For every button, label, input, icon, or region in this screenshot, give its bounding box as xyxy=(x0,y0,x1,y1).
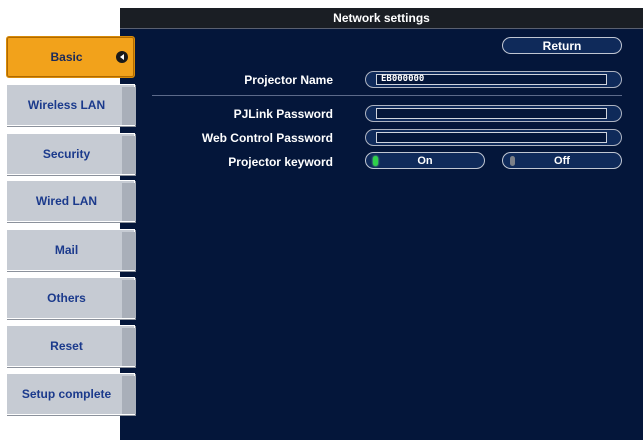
sidebar-item-label: Reset xyxy=(50,339,83,353)
projector-name-value[interactable]: EB000000 xyxy=(376,74,607,85)
pjlink-password-field[interactable] xyxy=(365,105,622,122)
sidebar-item-reset[interactable]: Reset xyxy=(6,325,136,367)
tab-edge xyxy=(122,183,136,221)
tab-edge xyxy=(122,328,136,366)
web-control-password-label: Web Control Password xyxy=(201,131,333,145)
pjlink-password-value[interactable] xyxy=(376,108,607,119)
web-control-password-value[interactable] xyxy=(376,132,607,143)
sidebar-item-label: Mail xyxy=(54,243,79,257)
sidebar-item-label: Basic xyxy=(50,50,83,64)
keyword-on-label: On xyxy=(417,154,433,167)
projector-keyword-label: Projector keyword xyxy=(228,155,333,169)
sidebar-item-basic[interactable]: Basic xyxy=(6,36,135,78)
window-title: Network settings xyxy=(120,8,643,29)
tab-edge xyxy=(122,232,136,270)
keyword-on-option[interactable]: On xyxy=(365,152,485,169)
return-button[interactable]: Return xyxy=(502,37,622,54)
keyword-off-label: Off xyxy=(554,154,570,167)
projector-name-label: Projector Name xyxy=(244,73,333,87)
sidebar-item-label: Security xyxy=(42,147,91,161)
projector-name-field[interactable]: EB000000 xyxy=(365,71,622,88)
pjlink-password-label: PJLink Password xyxy=(233,107,333,121)
tab-edge xyxy=(122,136,136,174)
indicator-on-icon xyxy=(373,156,378,166)
tab-edge xyxy=(122,87,136,125)
tab-edge xyxy=(122,376,136,414)
sidebar-item-label: Setup complete xyxy=(21,387,112,401)
divider xyxy=(152,95,622,96)
web-control-password-field[interactable] xyxy=(365,129,622,146)
arrow-left-icon xyxy=(116,51,128,63)
sidebar-item-label: Others xyxy=(47,291,86,305)
sidebar-item-wired-lan[interactable]: Wired LAN xyxy=(6,180,136,222)
sidebar-item-others[interactable]: Others xyxy=(6,277,136,319)
sidebar-item-mail[interactable]: Mail xyxy=(6,229,136,271)
sidebar-item-label: Wireless LAN xyxy=(27,98,106,112)
sidebar-item-label: Wired LAN xyxy=(35,194,98,208)
indicator-off-icon xyxy=(510,156,515,166)
tab-edge xyxy=(122,280,136,318)
keyword-off-option[interactable]: Off xyxy=(502,152,622,169)
sidebar-item-wireless-lan[interactable]: Wireless LAN xyxy=(6,84,136,126)
sidebar-item-security[interactable]: Security xyxy=(6,133,136,175)
sidebar-item-setup-complete[interactable]: Setup complete xyxy=(6,373,136,415)
